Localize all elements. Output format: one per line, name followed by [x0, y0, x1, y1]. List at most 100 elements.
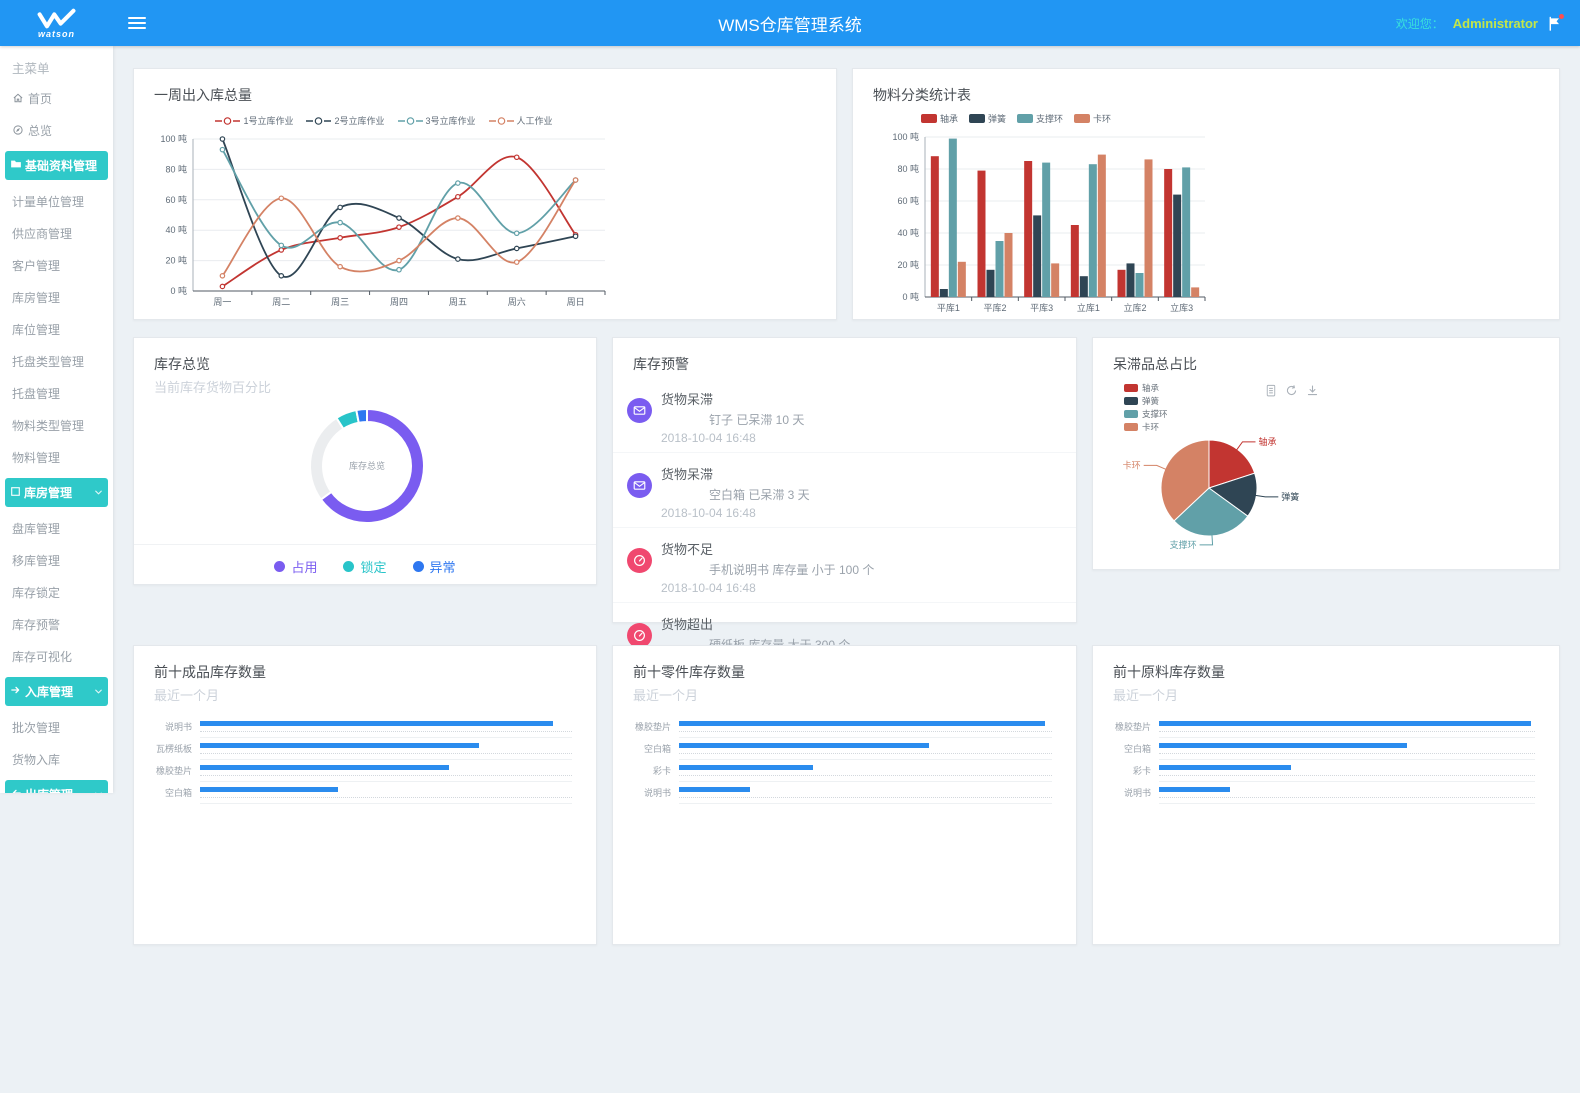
home-icon — [12, 92, 24, 104]
hbar-label: 空白箱 — [613, 742, 671, 755]
svg-text:周二: 周二 — [272, 297, 290, 307]
hbar-row-橡胶垫片: 橡胶垫片 — [134, 763, 572, 785]
sidebar-item-label: 客户管理 — [12, 257, 60, 274]
hbar-row-空白箱: 空白箱 — [1093, 741, 1535, 763]
chevron-down-icon — [93, 789, 104, 793]
user-area: 欢迎您： Administrator — [1396, 15, 1580, 32]
sidebar-item-批次管理[interactable]: 批次管理 — [0, 711, 113, 743]
overview-icon — [12, 124, 24, 136]
alert-item[interactable]: 货物呆滞空白箱 已呆滞 3 天2018-10-04 16:48 — [613, 453, 1076, 528]
username[interactable]: Administrator — [1453, 16, 1538, 31]
sidebar-item-托盘管理[interactable]: 托盘管理 — [0, 377, 113, 409]
sidebar-item-库存预警[interactable]: 库存预警 — [0, 608, 113, 640]
welcome-label: 欢迎您： — [1396, 15, 1444, 32]
sidebar-item-库位管理[interactable]: 库位管理 — [0, 313, 113, 345]
hbar-row-彩卡: 彩卡 — [613, 763, 1052, 785]
card-title: 前十成品库存数量 — [134, 646, 596, 682]
sidebar-item-物料类型管理[interactable]: 物料类型管理 — [0, 409, 113, 441]
hbar — [1159, 721, 1531, 726]
svg-text:60 吨: 60 吨 — [897, 195, 919, 206]
sidebar-item-库房管理[interactable]: 库房管理 — [0, 281, 113, 313]
svg-text:周六: 周六 — [508, 296, 526, 307]
legend-item-支撑环[interactable]: 支撑环 — [1017, 112, 1063, 125]
sidebar-item-label: 首页 — [28, 90, 52, 107]
legend-item-弹簧[interactable]: 弹簧 — [969, 112, 1006, 125]
legend-item-轴承[interactable]: 轴承 — [921, 112, 958, 125]
notification-flag-icon[interactable] — [1547, 16, 1562, 31]
sidebar-section-库房管理[interactable]: 库房管理 — [5, 478, 108, 507]
alert-time: 2018-10-04 16:48 — [661, 431, 804, 445]
svg-text:轴承: 轴承 — [1259, 436, 1277, 447]
hbar — [200, 721, 553, 726]
sidebar-section-基础资料管理[interactable]: 基础资料管理 — [5, 151, 108, 180]
legend-item-人工作业[interactable]: 人工作业 — [489, 114, 553, 127]
logo[interactable]: watson — [0, 0, 113, 46]
card-title: 物料分类统计表 — [853, 69, 1559, 105]
dashboard: 一周出入库总量 1号立库作业 2号立库作业 3号立库作业人工作业 0 吨 20 吨 40… — [113, 46, 1580, 1093]
card-title: 库存预警 — [613, 338, 1076, 374]
envelope-icon — [627, 473, 652, 498]
svg-text:20 吨: 20 吨 — [897, 259, 919, 270]
legend-item-3号立库作业[interactable]: 3号立库作业 — [398, 114, 476, 127]
watson-logo-icon — [36, 8, 78, 30]
donut-legend: 占用 锁定 异常 — [134, 545, 596, 587]
legend-item-异常[interactable]: 异常 — [413, 557, 456, 576]
svg-text:周五: 周五 — [449, 297, 467, 307]
sidebar-item-计量单位管理[interactable]: 计量单位管理 — [0, 185, 113, 217]
sidebar-item-客户管理[interactable]: 客户管理 — [0, 249, 113, 281]
sidebar-section-label: 主菜单 — [0, 46, 113, 82]
sidebar-item-物料管理[interactable]: 物料管理 — [0, 441, 113, 473]
weekly-io-line-chart: 0 吨20 吨40 吨60 吨80 吨100 吨周一周二周三周四周五周六周日 — [149, 129, 836, 326]
sidebar-item-label: 托盘类型管理 — [12, 353, 84, 370]
sidebar-item-移库管理[interactable]: 移库管理 — [0, 544, 113, 576]
svg-text:60 吨: 60 吨 — [165, 194, 187, 205]
hbar-label: 说明书 — [134, 720, 192, 733]
card-weekly-io: 一周出入库总量 1号立库作业2号立库作业3号立库作业人工作业 0 吨20 吨40… — [133, 68, 837, 320]
hbar-chart: 橡胶垫片空白箱彩卡说明书 — [1093, 719, 1535, 807]
legend-item-卡环[interactable]: 卡环 — [1074, 112, 1111, 125]
hbar-row-说明书: 说明书 — [134, 719, 572, 741]
sidebar-item-库存锁定[interactable]: 库存锁定 — [0, 576, 113, 608]
card-subtitle: 最近一个月 — [1093, 682, 1559, 704]
sidebar-item-库存可视化[interactable]: 库存可视化 — [0, 640, 113, 672]
hbar-row-橡胶垫片: 橡胶垫片 — [613, 719, 1052, 741]
sidebar-section-入库管理[interactable]: 入库管理 — [5, 677, 108, 706]
chevron-down-icon — [93, 686, 104, 697]
hbar-label: 瓦楞纸板 — [134, 742, 192, 755]
hbar-label: 彩卡 — [613, 764, 671, 777]
svg-text:40 吨: 40 吨 — [165, 224, 187, 235]
sidebar-item-总览[interactable]: 总览 — [0, 114, 113, 146]
card-title: 一周出入库总量 — [134, 69, 836, 105]
hbar — [1159, 743, 1407, 748]
svg-text:支撑环: 支撑环 — [1170, 539, 1197, 550]
legend-item-1号立库作业[interactable]: 1号立库作业 — [215, 114, 293, 127]
legend-item-占用[interactable]: 占用 — [274, 557, 317, 576]
svg-text:周日: 周日 — [567, 297, 585, 307]
card-top-finished: 前十成品库存数量 最近一个月 说明书瓦楞纸板橡胶垫片空白箱 — [133, 645, 597, 945]
alert-desc: 手机说明书 库存量 小于 100 个 — [661, 558, 874, 581]
hbar — [679, 721, 1045, 726]
sidebar-item-label: 库存可视化 — [12, 648, 72, 665]
svg-text:周三: 周三 — [331, 297, 349, 307]
sidebar-item-供应商管理[interactable]: 供应商管理 — [0, 217, 113, 249]
sidebar-item-首页[interactable]: 首页 — [0, 82, 113, 114]
sidebar-item-label: 库存预警 — [12, 616, 60, 633]
sidebar-item-label: 总览 — [28, 122, 52, 139]
sidebar-item-托盘类型管理[interactable]: 托盘类型管理 — [0, 345, 113, 377]
card-top-parts: 前十零件库存数量 最近一个月 橡胶垫片空白箱彩卡说明书 — [612, 645, 1077, 945]
menu-toggle-button[interactable] — [128, 14, 146, 32]
svg-text:80 吨: 80 吨 — [165, 163, 187, 174]
svg-text:0 吨: 0 吨 — [902, 291, 919, 302]
alert-item[interactable]: 货物不足手机说明书 库存量 小于 100 个2018-10-04 16:48 — [613, 528, 1076, 603]
legend-item-2号立库作业[interactable]: 2号立库作业 — [306, 114, 384, 127]
hbar — [679, 765, 813, 770]
legend-item-锁定[interactable]: 锁定 — [343, 557, 386, 576]
sidebar-item-货物入库[interactable]: 货物入库 — [0, 743, 113, 775]
svg-text:0 吨: 0 吨 — [170, 285, 187, 296]
alert-item[interactable]: 货物呆滞钉子 已呆滞 10 天2018-10-04 16:48 — [613, 378, 1076, 453]
sidebar-section-出库管理[interactable]: 出库管理 — [5, 780, 108, 793]
card-subtitle: 当前库存货物百分比 — [134, 374, 596, 396]
sidebar-item-label: 库房管理 — [12, 289, 60, 306]
sidebar-item-盘库管理[interactable]: 盘库管理 — [0, 512, 113, 544]
hbar — [679, 743, 929, 748]
